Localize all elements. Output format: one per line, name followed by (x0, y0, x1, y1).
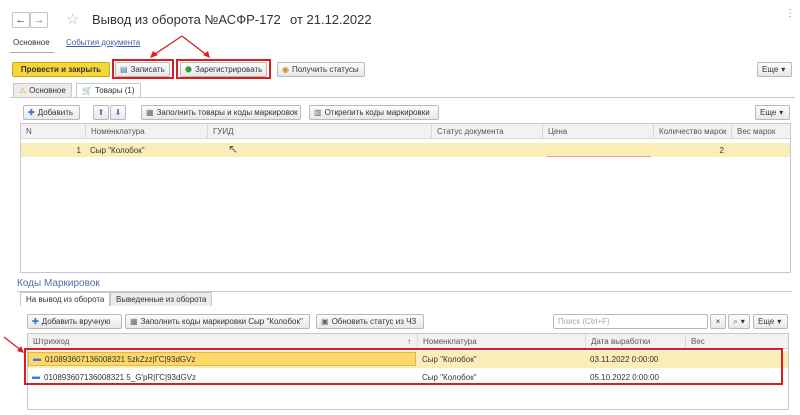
chevron-down-icon: ▾ (779, 107, 784, 117)
more-button-codes[interactable]: Еще ▾ (753, 314, 788, 329)
fill-table-icon: ▦ (146, 107, 154, 117)
search-placeholder: Поиск (Ctrl+F) (558, 317, 610, 326)
more-button-goods[interactable]: Еще ▾ (755, 105, 790, 120)
arrow-down-icon: ⬇ (114, 107, 122, 117)
codes-section-title: Коды Маркировок (17, 278, 100, 289)
chevron-down-icon: ▾ (740, 316, 745, 326)
arrow-up-icon: ⬆ (97, 107, 105, 117)
barcode-icon: ▬ (32, 372, 40, 381)
doc-tab-main[interactable]: ⚠ Основное (13, 83, 72, 97)
codes-tab-withdrawn[interactable]: Выведенные из оборота (110, 292, 213, 306)
col-n[interactable]: N (21, 124, 86, 139)
cell-marks-weight (732, 143, 790, 157)
col-weight[interactable]: Вес (686, 334, 788, 349)
cell-guid[interactable] (208, 143, 432, 157)
warning-icon: ⚠ (19, 85, 27, 95)
cell-codes-nomenclature: Сыр "Колобок" (422, 372, 477, 382)
col-codes-nomenclature[interactable]: Номенклатура (418, 334, 586, 349)
doc-tab-goods-label: Товары (1) (94, 86, 135, 95)
fill-table-icon: ▦ (130, 316, 138, 326)
col-barcode-label: Штрихкод (33, 337, 70, 346)
update-icon: ▣ (321, 316, 329, 326)
cell-nomenclature: Сыр "Колобок" (90, 145, 145, 155)
more-label-goods: Еще (760, 108, 777, 117)
chevron-down-icon: ▾ (777, 316, 782, 326)
table-row[interactable]: ▬ 010893607136008321 5_G'pR|ГС|93dGVz Сы… (28, 369, 788, 386)
cell-barcode-value: 010893607136008321 5_G'pR|ГС|93dGVz (44, 372, 196, 382)
clear-search-button[interactable]: × (710, 314, 726, 329)
fill-goods-codes-label: Заполнить товары и коды маркировок (156, 108, 298, 117)
col-guid[interactable]: ГУИД (208, 124, 432, 139)
barcode-icon: ▬ (33, 354, 41, 363)
cell-barcode-value: 010893607136008321 5zkZzz|ГС|93dGVz (45, 354, 196, 364)
codes-tab-withdrawn-label: Выведенные из оборота (116, 295, 207, 304)
table-row[interactable]: ▬ 010893607136008321 5zkZzz|ГС|93dGVz Сы… (28, 351, 788, 368)
move-down-button[interactable]: ⬇ (110, 105, 126, 120)
search-icon: ⌕ (733, 316, 738, 326)
col-price[interactable]: Цена (543, 124, 654, 139)
goods-table-header: N Номенклатура ГУИД Статус документа Цен… (21, 124, 790, 139)
doc-tab-goods[interactable]: 🛒 Товары (1) (76, 83, 141, 97)
add-goods-label: Добавить (37, 108, 74, 117)
col-nomenclature[interactable]: Номенклатура (86, 124, 208, 139)
codes-tab-to-withdraw[interactable]: На вывод из оборота (20, 292, 111, 306)
col-production-date[interactable]: Дата выработки (586, 334, 686, 349)
col-doc-status[interactable]: Статус документа (432, 124, 543, 139)
cell-marks-qty: 2 (719, 145, 724, 155)
add-manual-button[interactable]: ✚ Добавить вручную (27, 314, 122, 329)
add-goods-button[interactable]: ✚ Добавить (23, 105, 80, 120)
goods-table: N Номенклатура ГУИД Статус документа Цен… (20, 123, 791, 273)
add-manual-label: Добавить вручную (41, 317, 111, 326)
codes-table: Штрихкод ↑ Номенклатура Дата выработки В… (27, 333, 789, 410)
cell-weight (686, 370, 786, 384)
table-row[interactable]: 1 Сыр "Колобок" 2 (21, 143, 790, 157)
cell-production-date: 03.11.2022 0:00:00 (590, 354, 659, 364)
cart-icon: 🛒 (82, 85, 92, 95)
plus-icon: ✚ (28, 107, 35, 117)
plus-icon: ✚ (32, 316, 39, 326)
col-marks-weight[interactable]: Вес марок (732, 124, 790, 139)
cell-production-date: 05.10.2022 0:00:00 (590, 372, 659, 382)
update-status-label: Обновить статус из ЧЗ (331, 317, 417, 326)
sort-up-icon: ↑ (407, 336, 411, 346)
detach-icon: ▥ (314, 107, 322, 117)
more-label-codes: Еще (758, 317, 775, 326)
fill-goods-codes-button[interactable]: ▦ Заполнить товары и коды маркировок (141, 105, 301, 120)
update-status-button[interactable]: ▣ Обновить статус из ЧЗ (316, 314, 424, 329)
cell-n: 1 (76, 145, 81, 155)
mouse-cursor-icon: ↖ (228, 142, 239, 156)
col-marks-qty[interactable]: Количество марок (654, 124, 732, 139)
cell-price[interactable] (547, 143, 651, 157)
search-options-button[interactable]: ⌕ ▾ (728, 314, 750, 329)
codes-table-header: Штрихкод ↑ Номенклатура Дата выработки В… (28, 334, 788, 349)
detach-codes-button[interactable]: ▥ Открепить коды маркировки (309, 105, 439, 120)
move-up-button[interactable]: ⬆ (93, 105, 109, 120)
col-barcode[interactable]: Штрихкод ↑ (28, 334, 418, 349)
cell-codes-nomenclature: Сыр "Колобок" (422, 354, 477, 364)
fill-codes-button[interactable]: ▦ Заполнить коды маркировки Сыр "Колобок… (125, 314, 310, 329)
cell-weight (686, 352, 786, 366)
detach-codes-label: Открепить коды маркировки (324, 108, 430, 117)
cell-status (432, 143, 543, 157)
fill-codes-label: Заполнить коды маркировки Сыр "Колобок" (140, 317, 303, 326)
doc-tab-main-label: Основное (29, 86, 66, 95)
codes-tab-to-withdraw-label: На вывод из оборота (26, 295, 105, 304)
cell-barcode: ▬ 010893607136008321 5zkZzz|ГС|93dGVz (28, 352, 416, 366)
cell-barcode: ▬ 010893607136008321 5_G'pR|ГС|93dGVz (28, 370, 416, 384)
close-icon: × (715, 316, 721, 326)
